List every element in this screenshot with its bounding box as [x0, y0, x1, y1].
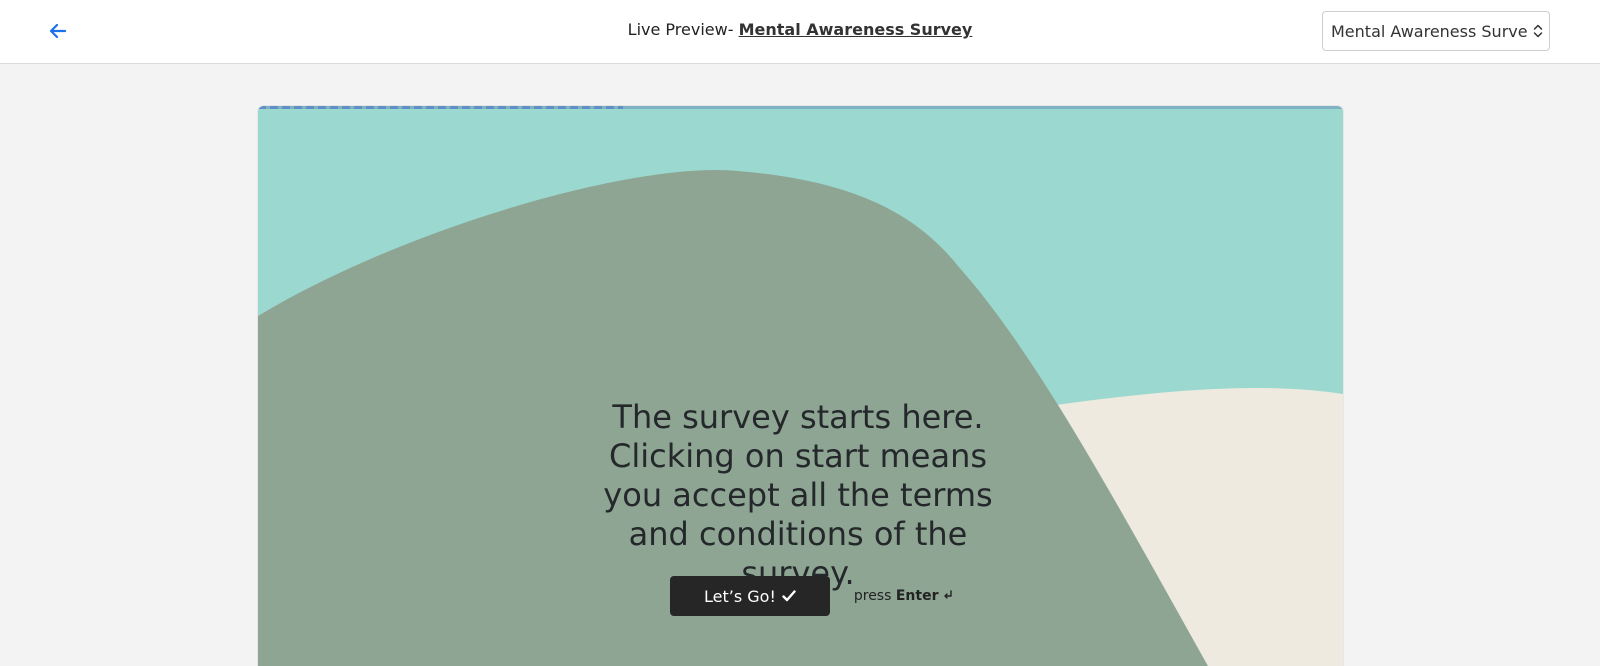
check-icon [782, 587, 796, 606]
start-survey-button[interactable]: Let’s Go! [670, 576, 830, 616]
survey-intro-text: The survey starts here. Clicking on star… [603, 398, 993, 592]
title-prefix: Live Preview- [627, 20, 734, 39]
progress-indicator [258, 106, 623, 109]
hint-prefix: press [853, 588, 892, 604]
enter-key-icon [943, 588, 953, 604]
hint-key: Enter [895, 588, 939, 604]
start-actions: Let’s Go! press Enter [670, 576, 953, 616]
survey-selector[interactable]: Mental Awareness Survey [1322, 11, 1550, 51]
top-bar: Live Preview- Mental Awareness Survey Me… [0, 0, 1600, 64]
updown-chevron-icon [1527, 24, 1549, 38]
survey-preview-card: The survey starts here. Clicking on star… [258, 106, 1343, 666]
survey-title-link[interactable]: Mental Awareness Survey [739, 20, 973, 39]
start-button-label: Let’s Go! [704, 586, 776, 606]
welcome-content: The survey starts here. Clicking on star… [578, 398, 1018, 593]
survey-selector-value: Mental Awareness Survey [1331, 21, 1527, 41]
enter-hint: press Enter [854, 588, 953, 604]
